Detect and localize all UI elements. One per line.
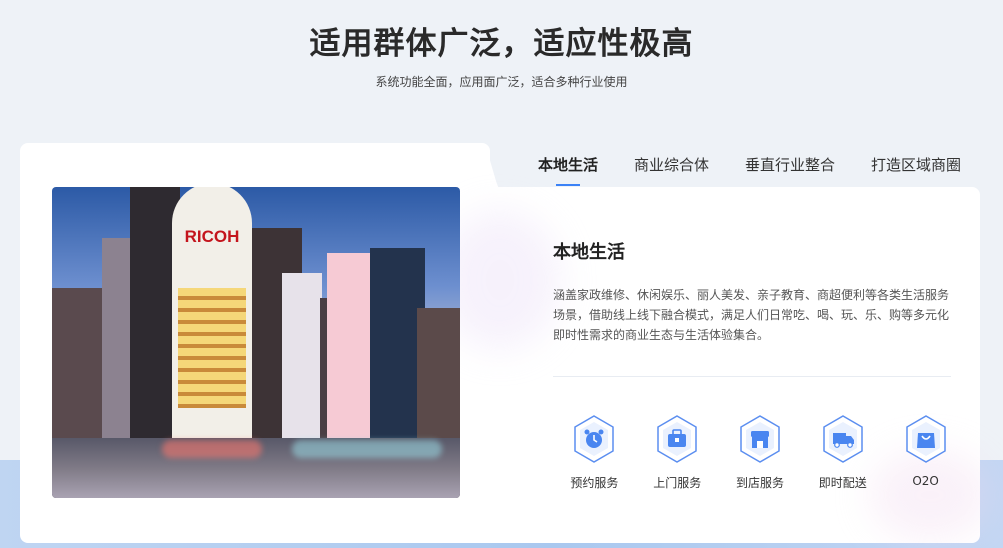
page-title: 适用群体广泛，适应性极高 — [309, 26, 694, 62]
divider — [553, 376, 951, 377]
service-label: 到店服务 — [735, 476, 784, 490]
card-tab-shape — [20, 143, 490, 189]
service-item-in-store[interactable]: 到店服务 — [719, 414, 802, 491]
delivery-truck-icon — [823, 415, 863, 463]
card-tab-slope — [474, 143, 500, 189]
tab-local-life[interactable]: 本地生活 — [520, 154, 616, 176]
alarm-clock-icon — [574, 415, 615, 463]
panel-description: 涵盖家政维修、休闲娱乐、丽人美发、亲子教育、商超便利等各类生活服务场景，借助线上… — [553, 288, 950, 342]
service-item-o2o[interactable]: O2O — [884, 414, 967, 491]
tab-vertical-industry[interactable]: 垂直行业整合 — [727, 154, 853, 176]
page-subtitle: 系统功能全面，应用面广泛，适合多种行业使用 — [375, 75, 628, 89]
city-street-photo: RICOH — [52, 187, 460, 498]
service-item-appointment[interactable]: 预约服务 — [553, 414, 636, 491]
service-label: 上门服务 — [653, 476, 702, 490]
service-label: O2O — [912, 474, 939, 488]
service-label: 即时配送 — [818, 476, 867, 490]
tab-commercial-complex[interactable]: 商业综合体 — [616, 154, 727, 176]
tab-regional-business[interactable]: 打造区域商圈 — [853, 154, 979, 176]
panel-title: 本地生活 — [553, 242, 625, 263]
service-list: 预约服务 上门服务 到店服务 即时配送 O2O — [553, 414, 967, 491]
category-tabs: 本地生活 商业综合体 垂直行业整合 打造区域商圈 — [520, 143, 979, 187]
service-label: 预约服务 — [570, 476, 619, 490]
photo-sign: RICOH — [184, 227, 240, 246]
shopping-bag-icon — [905, 415, 946, 463]
service-item-home-visit[interactable]: 上门服务 — [636, 414, 719, 491]
service-item-instant-delivery[interactable]: 即时配送 — [801, 414, 884, 491]
storefront-icon — [740, 415, 780, 463]
toolbox-icon — [657, 415, 697, 463]
